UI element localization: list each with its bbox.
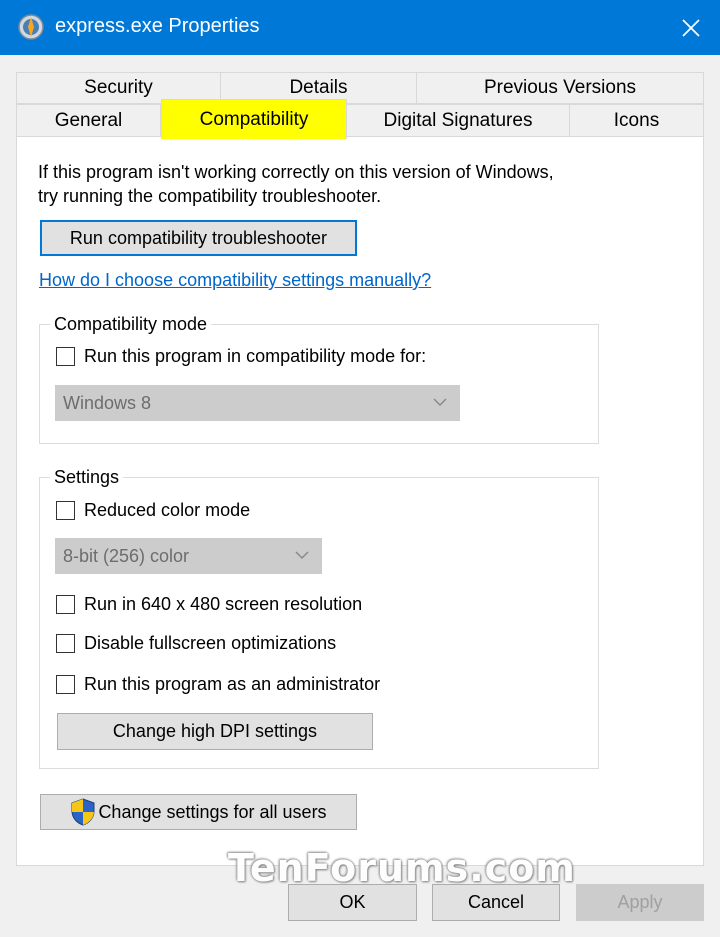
settings-label: Settings bbox=[50, 467, 124, 488]
res-640-checkbox[interactable] bbox=[56, 595, 75, 614]
disable-fullscreen-row[interactable]: Disable fullscreen optimizations bbox=[56, 633, 336, 654]
window-title: express.exe Properties bbox=[55, 15, 260, 37]
cancel-button[interactable]: Cancel bbox=[432, 884, 560, 921]
chevron-down-icon bbox=[295, 551, 309, 560]
change-all-users-button[interactable]: Change settings for all users bbox=[40, 794, 357, 830]
intro-text: If this program isn't working correctly … bbox=[38, 160, 638, 208]
app-icon bbox=[18, 14, 44, 40]
color-mode-select-value: 8-bit (256) color bbox=[63, 545, 190, 566]
run-admin-checkbox[interactable] bbox=[56, 675, 75, 694]
compatibility-mode-group bbox=[39, 324, 599, 444]
manual-settings-link[interactable]: How do I choose compatibility settings m… bbox=[39, 270, 431, 291]
reduced-color-label: Reduced color mode bbox=[84, 500, 251, 520]
compat-mode-select: Windows 8 bbox=[55, 385, 460, 421]
compat-mode-select-value: Windows 8 bbox=[63, 392, 152, 413]
tab-compatibility[interactable]: Compatibility bbox=[161, 99, 347, 139]
tab-digital-signatures[interactable]: Digital Signatures bbox=[346, 104, 570, 137]
close-button[interactable] bbox=[662, 0, 720, 55]
tab-general[interactable]: General bbox=[16, 104, 161, 137]
run-admin-row[interactable]: Run this program as an administrator bbox=[56, 674, 380, 695]
compat-mode-checkbox-label: Run this program in compatibility mode f… bbox=[84, 346, 427, 366]
disable-fullscreen-checkbox[interactable] bbox=[56, 634, 75, 653]
ok-button[interactable]: OK bbox=[288, 884, 417, 921]
intro-line-1: If this program isn't working correctly … bbox=[38, 162, 554, 182]
intro-line-2: try running the compatibility troublesho… bbox=[38, 186, 382, 206]
compat-mode-row[interactable]: Run this program in compatibility mode f… bbox=[56, 346, 426, 367]
chevron-down-icon bbox=[433, 398, 447, 407]
change-dpi-button[interactable]: Change high DPI settings bbox=[57, 713, 373, 750]
run-admin-label: Run this program as an administrator bbox=[84, 674, 381, 694]
res-640-row[interactable]: Run in 640 x 480 screen resolution bbox=[56, 594, 362, 615]
shield-icon bbox=[71, 798, 95, 826]
tab-icons[interactable]: Icons bbox=[569, 104, 704, 137]
change-all-users-label: Change settings for all users bbox=[98, 801, 327, 822]
run-troubleshooter-button[interactable]: Run compatibility troubleshooter bbox=[40, 220, 357, 256]
title-bar: express.exe Properties bbox=[0, 0, 720, 55]
apply-button[interactable]: Apply bbox=[576, 884, 704, 921]
res-640-label: Run in 640 x 480 screen resolution bbox=[84, 594, 363, 614]
compatibility-mode-label: Compatibility mode bbox=[50, 314, 212, 335]
compat-mode-checkbox[interactable] bbox=[56, 347, 75, 366]
reduced-color-row[interactable]: Reduced color mode bbox=[56, 500, 250, 521]
close-icon bbox=[682, 18, 700, 37]
color-mode-select: 8-bit (256) color bbox=[55, 538, 322, 574]
disable-fullscreen-label: Disable fullscreen optimizations bbox=[84, 633, 337, 653]
reduced-color-checkbox[interactable] bbox=[56, 501, 75, 520]
tab-previous-versions[interactable]: Previous Versions bbox=[416, 72, 704, 104]
